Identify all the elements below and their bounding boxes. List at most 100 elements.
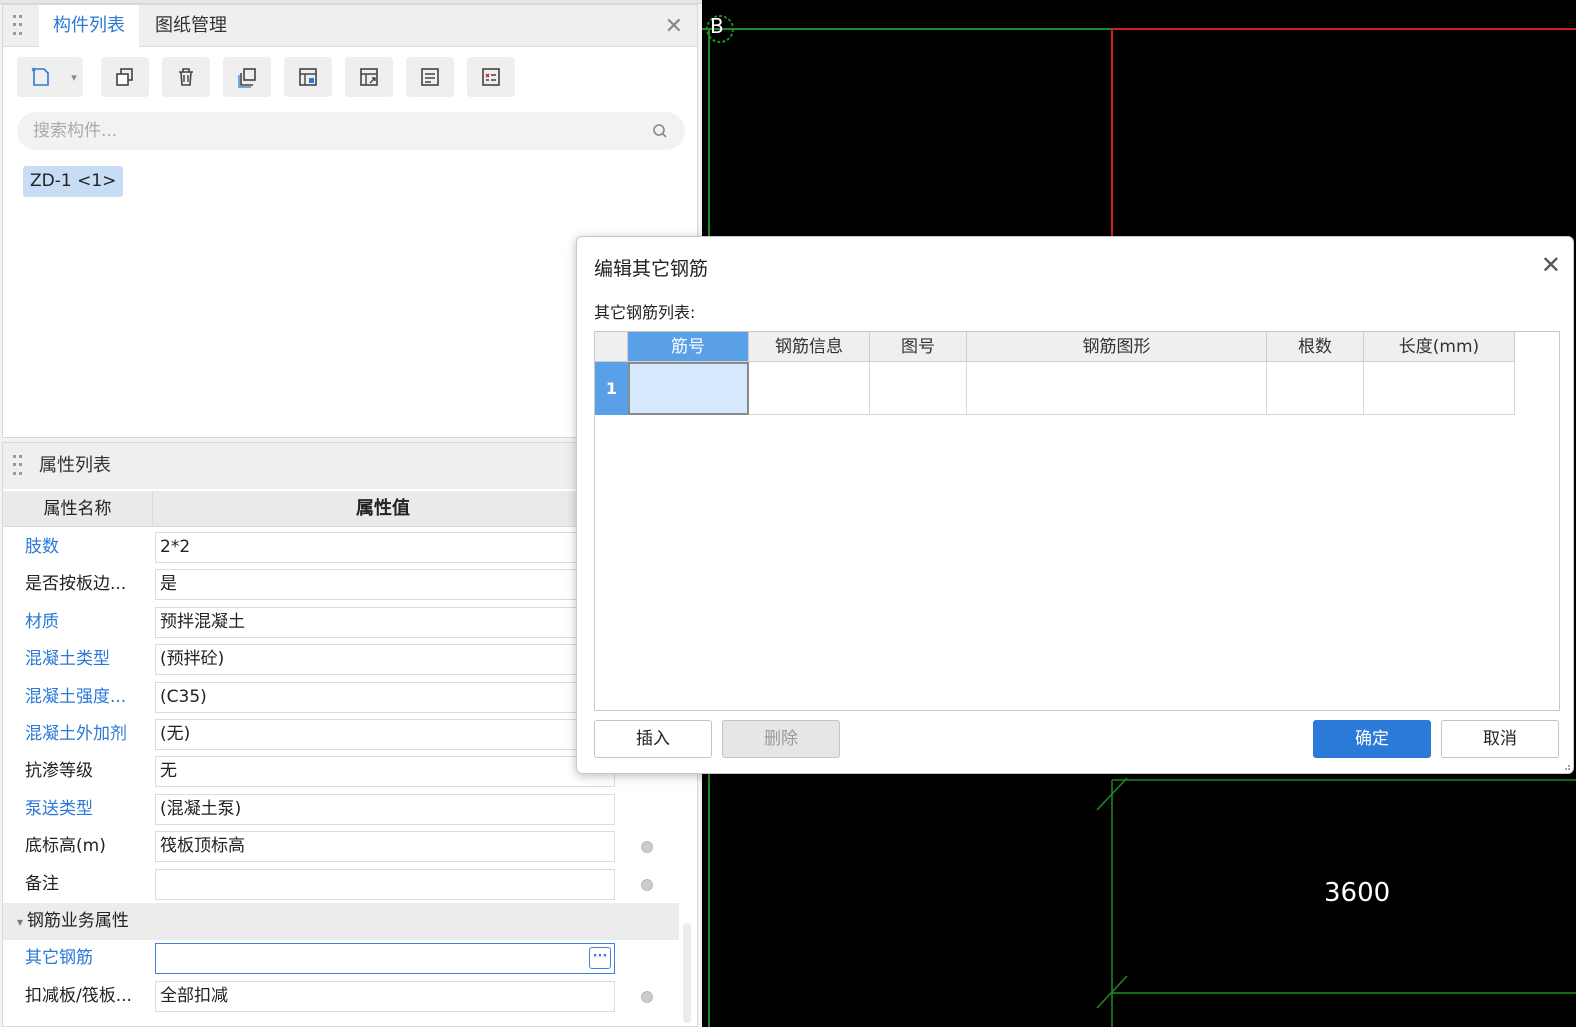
- drag-grip-icon[interactable]: [13, 455, 23, 477]
- tab-drawing-management[interactable]: 图纸管理: [141, 5, 241, 47]
- property-value-field[interactable]: 全部扣减: [155, 980, 615, 1012]
- property-value: (混凝土泵): [160, 798, 242, 819]
- property-value-field[interactable]: ···: [155, 943, 615, 975]
- more-options-button[interactable]: ···: [589, 947, 611, 970]
- ok-button[interactable]: 确定: [1313, 720, 1431, 758]
- dialog-subtitle: 其它钢筋列表:: [594, 303, 696, 322]
- property-value-field[interactable]: 预拌混凝土: [155, 606, 615, 638]
- delete-icon: [179, 68, 193, 86]
- property-name: 底标高(m): [25, 836, 106, 857]
- new-dropdown-button[interactable]: ▾: [65, 57, 83, 97]
- column-bar-no[interactable]: 筋号: [628, 332, 749, 362]
- column-rebar-info[interactable]: 钢筋信息: [749, 332, 870, 362]
- property-value-field[interactable]: [155, 868, 615, 900]
- filter-icon: [421, 68, 439, 86]
- copy-button[interactable]: [101, 57, 149, 97]
- column-property-name: 属性名称: [3, 491, 153, 527]
- close-icon[interactable]: ✕: [1541, 251, 1561, 279]
- new-component-icon: [31, 67, 49, 86]
- import-icon: [299, 68, 317, 86]
- axis-label-b: B: [710, 14, 724, 38]
- property-value-field[interactable]: 是: [155, 569, 615, 601]
- close-icon[interactable]: ✕: [665, 14, 683, 39]
- column-count[interactable]: 根数: [1267, 332, 1364, 362]
- property-name: 其它钢筋: [25, 948, 93, 969]
- cell-length[interactable]: [1364, 362, 1515, 415]
- rebar-grid: 筋号 钢筋信息 图号 钢筋图形 根数 长度(mm) 1: [594, 331, 1560, 711]
- property-name: 混凝土强度...: [25, 686, 127, 707]
- insert-button[interactable]: 插入: [594, 720, 712, 758]
- cell-figure-no[interactable]: [870, 362, 967, 415]
- property-value-field[interactable]: 无: [155, 756, 615, 788]
- search-icon[interactable]: [651, 122, 669, 140]
- filter-button[interactable]: [406, 57, 454, 97]
- property-value: 2*2: [160, 537, 191, 557]
- property-value-field[interactable]: 2*2: [155, 532, 615, 563]
- property-row: 底标高(m) 筏板顶标高: [3, 828, 697, 865]
- property-value: (预拌砼): [160, 649, 225, 670]
- edit-other-rebar-dialog: 编辑其它钢筋 ✕ 其它钢筋列表: 筋号 钢筋信息 图号 钢筋图形 根数 长度(m…: [576, 236, 1574, 774]
- property-scrollbar[interactable]: [683, 923, 691, 1023]
- delete-button[interactable]: [162, 57, 210, 97]
- property-value-field[interactable]: (预拌砼): [155, 644, 615, 676]
- list-button[interactable]: [467, 57, 515, 97]
- group-label: ▾ 钢筋业务属性: [17, 903, 129, 941]
- grid-corner: [595, 332, 628, 362]
- export-icon: [360, 68, 378, 86]
- property-row: 其它钢筋 ···: [3, 940, 697, 977]
- property-name: 肢数: [25, 537, 59, 557]
- property-name: 混凝土类型: [25, 649, 110, 670]
- property-value: 是: [160, 574, 177, 595]
- resize-grip-icon[interactable]: [1563, 763, 1571, 771]
- property-value: (C35): [160, 686, 207, 707]
- property-value: (无): [160, 724, 191, 744]
- property-name: 材质: [25, 611, 59, 632]
- search-input[interactable]: [33, 112, 633, 150]
- property-name: 是否按板边...: [25, 574, 127, 595]
- property-value-field[interactable]: (无): [155, 719, 615, 750]
- property-value: 全部扣减: [160, 985, 228, 1006]
- radio-icon[interactable]: [641, 841, 653, 854]
- component-item-zd1[interactable]: ZD-1 <1>: [23, 166, 124, 197]
- property-value-field[interactable]: (C35): [155, 681, 615, 713]
- duplicate-layer-button[interactable]: [223, 57, 271, 97]
- tab-component-list[interactable]: 构件列表: [39, 5, 139, 47]
- property-value: 无: [160, 761, 177, 782]
- property-name: 备注: [25, 873, 59, 894]
- property-value: 预拌混凝土: [160, 611, 245, 632]
- component-search: [17, 112, 685, 150]
- delete-button[interactable]: 删除: [722, 720, 840, 758]
- dimension-text: 3600: [1324, 878, 1391, 908]
- radio-icon[interactable]: [641, 878, 653, 891]
- cell-count[interactable]: [1267, 362, 1364, 415]
- column-length[interactable]: 长度(mm): [1364, 332, 1515, 362]
- column-property-value: 属性值: [356, 498, 410, 519]
- cancel-button[interactable]: 取消: [1441, 720, 1559, 758]
- row-number[interactable]: 1: [595, 362, 628, 415]
- property-value-field[interactable]: (混凝土泵): [155, 793, 615, 825]
- drag-grip-icon[interactable]: [13, 15, 23, 37]
- chevron-down-icon: ▾: [17, 915, 27, 929]
- property-name: 泵送类型: [25, 798, 93, 819]
- property-value-field[interactable]: 筏板顶标高: [155, 831, 615, 863]
- copy-icon: [116, 68, 133, 86]
- property-name: 抗渗等级: [25, 761, 93, 782]
- cell-rebar-info[interactable]: [749, 362, 870, 415]
- property-row: 备注: [3, 866, 697, 903]
- new-component-button[interactable]: [17, 57, 65, 97]
- property-row: 扣减板/筏板... 全部扣减: [3, 978, 697, 1015]
- dialog-title: 编辑其它钢筋: [594, 258, 709, 280]
- cell-bar-no[interactable]: [628, 362, 749, 415]
- duplicate-layer-icon: [238, 68, 256, 88]
- property-row: 泵送类型 (混凝土泵): [3, 791, 697, 828]
- column-figure-no[interactable]: 图号: [870, 332, 967, 362]
- property-group-rebar[interactable]: ▾ 钢筋业务属性: [3, 903, 679, 940]
- cell-rebar-shape[interactable]: [967, 362, 1267, 415]
- export-button[interactable]: [345, 57, 393, 97]
- import-button[interactable]: [284, 57, 332, 97]
- radio-icon[interactable]: [641, 990, 653, 1003]
- column-rebar-shape[interactable]: 钢筋图形: [967, 332, 1267, 362]
- group-label-text: 钢筋业务属性: [26, 911, 129, 931]
- property-name: 扣减板/筏板...: [25, 985, 132, 1006]
- property-name: 混凝土外加剂: [25, 724, 127, 744]
